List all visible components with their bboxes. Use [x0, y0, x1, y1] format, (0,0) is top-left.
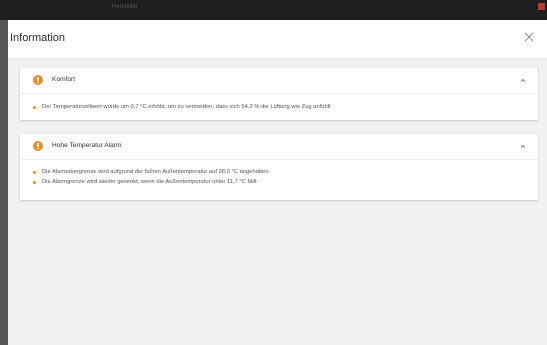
list-item: Die Alarmgrenze wird wieder gesenkt, wen… — [33, 179, 257, 185]
close-button[interactable] — [520, 28, 538, 46]
list-item-text: Die Alarmgrenze wird wieder gesenkt, wen… — [42, 179, 257, 185]
info-icon — [33, 141, 43, 151]
app-bar: Hersteller — [0, 0, 547, 20]
background-page-edge — [0, 20, 8, 345]
dialog-header: Information — [8, 20, 547, 58]
chevron-up-icon[interactable] — [520, 78, 526, 83]
card-header-komfort[interactable]: Komfort — [20, 68, 538, 93]
card-title: Hohe Temperatur Alarm — [52, 142, 122, 149]
list-item: Der Temperatursollwert wurde um 0,7 °C e… — [33, 104, 331, 110]
card-header-hohe-temperatur-alarm[interactable]: Hohe Temperatur Alarm — [20, 134, 538, 159]
bullet-icon — [33, 171, 36, 174]
card-komfort: Komfort Der Temperatursollwert wurde um … — [20, 68, 538, 120]
list-item-text: Die Alarmobergrenze wird aufgrund der ho… — [42, 169, 269, 175]
card-divider — [20, 159, 538, 160]
close-icon — [524, 32, 534, 42]
list-item-text: Der Temperatursollwert wurde um 0,7 °C e… — [42, 104, 331, 110]
card-hohe-temperatur-alarm: Hohe Temperatur Alarm Die Alarmobergrenz… — [20, 134, 538, 200]
bullet-icon — [33, 106, 36, 109]
chevron-up-icon[interactable] — [520, 144, 526, 149]
notification-badge[interactable] — [538, 3, 545, 10]
card-title: Komfort — [52, 76, 76, 83]
info-icon — [33, 75, 43, 85]
list-item: Die Alarmobergrenze wird aufgrund der ho… — [33, 169, 269, 175]
card-divider — [20, 93, 538, 94]
app-bar-title: Hersteller — [112, 4, 138, 10]
dialog-title: Information — [10, 32, 66, 44]
bullet-icon — [33, 181, 36, 184]
information-dialog: Information Komfort Der Temperatursollwe… — [8, 20, 547, 345]
